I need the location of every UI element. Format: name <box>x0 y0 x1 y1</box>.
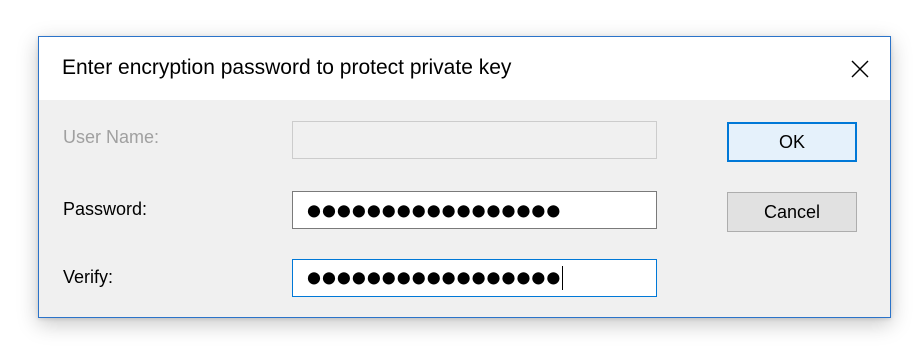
ok-button[interactable]: OK <box>727 122 857 162</box>
verify-value: ●●●●●●●●●●●●●●●●● <box>307 267 562 287</box>
close-icon <box>851 60 869 77</box>
user-name-field <box>292 121 657 159</box>
password-value: ●●●●●●●●●●●●●●●●● <box>307 200 562 220</box>
user-name-label: User Name: <box>63 127 160 147</box>
encryption-password-dialog: Enter encryption password to protect pri… <box>38 36 891 318</box>
verify-field[interactable]: ●●●●●●●●●●●●●●●●● <box>292 259 657 297</box>
text-caret <box>562 266 564 290</box>
dialog-titlebar[interactable]: Enter encryption password to protect pri… <box>39 37 890 100</box>
cancel-button[interactable]: Cancel <box>727 192 857 232</box>
password-field[interactable]: ●●●●●●●●●●●●●●●●● <box>292 191 657 229</box>
dialog-title: Enter encryption password to protect pri… <box>62 56 512 79</box>
verify-label: Verify: <box>63 267 114 287</box>
password-label: Password: <box>63 199 148 219</box>
verify-value-wrap: ●●●●●●●●●●●●●●●●● <box>307 266 564 290</box>
close-button[interactable] <box>830 37 890 100</box>
